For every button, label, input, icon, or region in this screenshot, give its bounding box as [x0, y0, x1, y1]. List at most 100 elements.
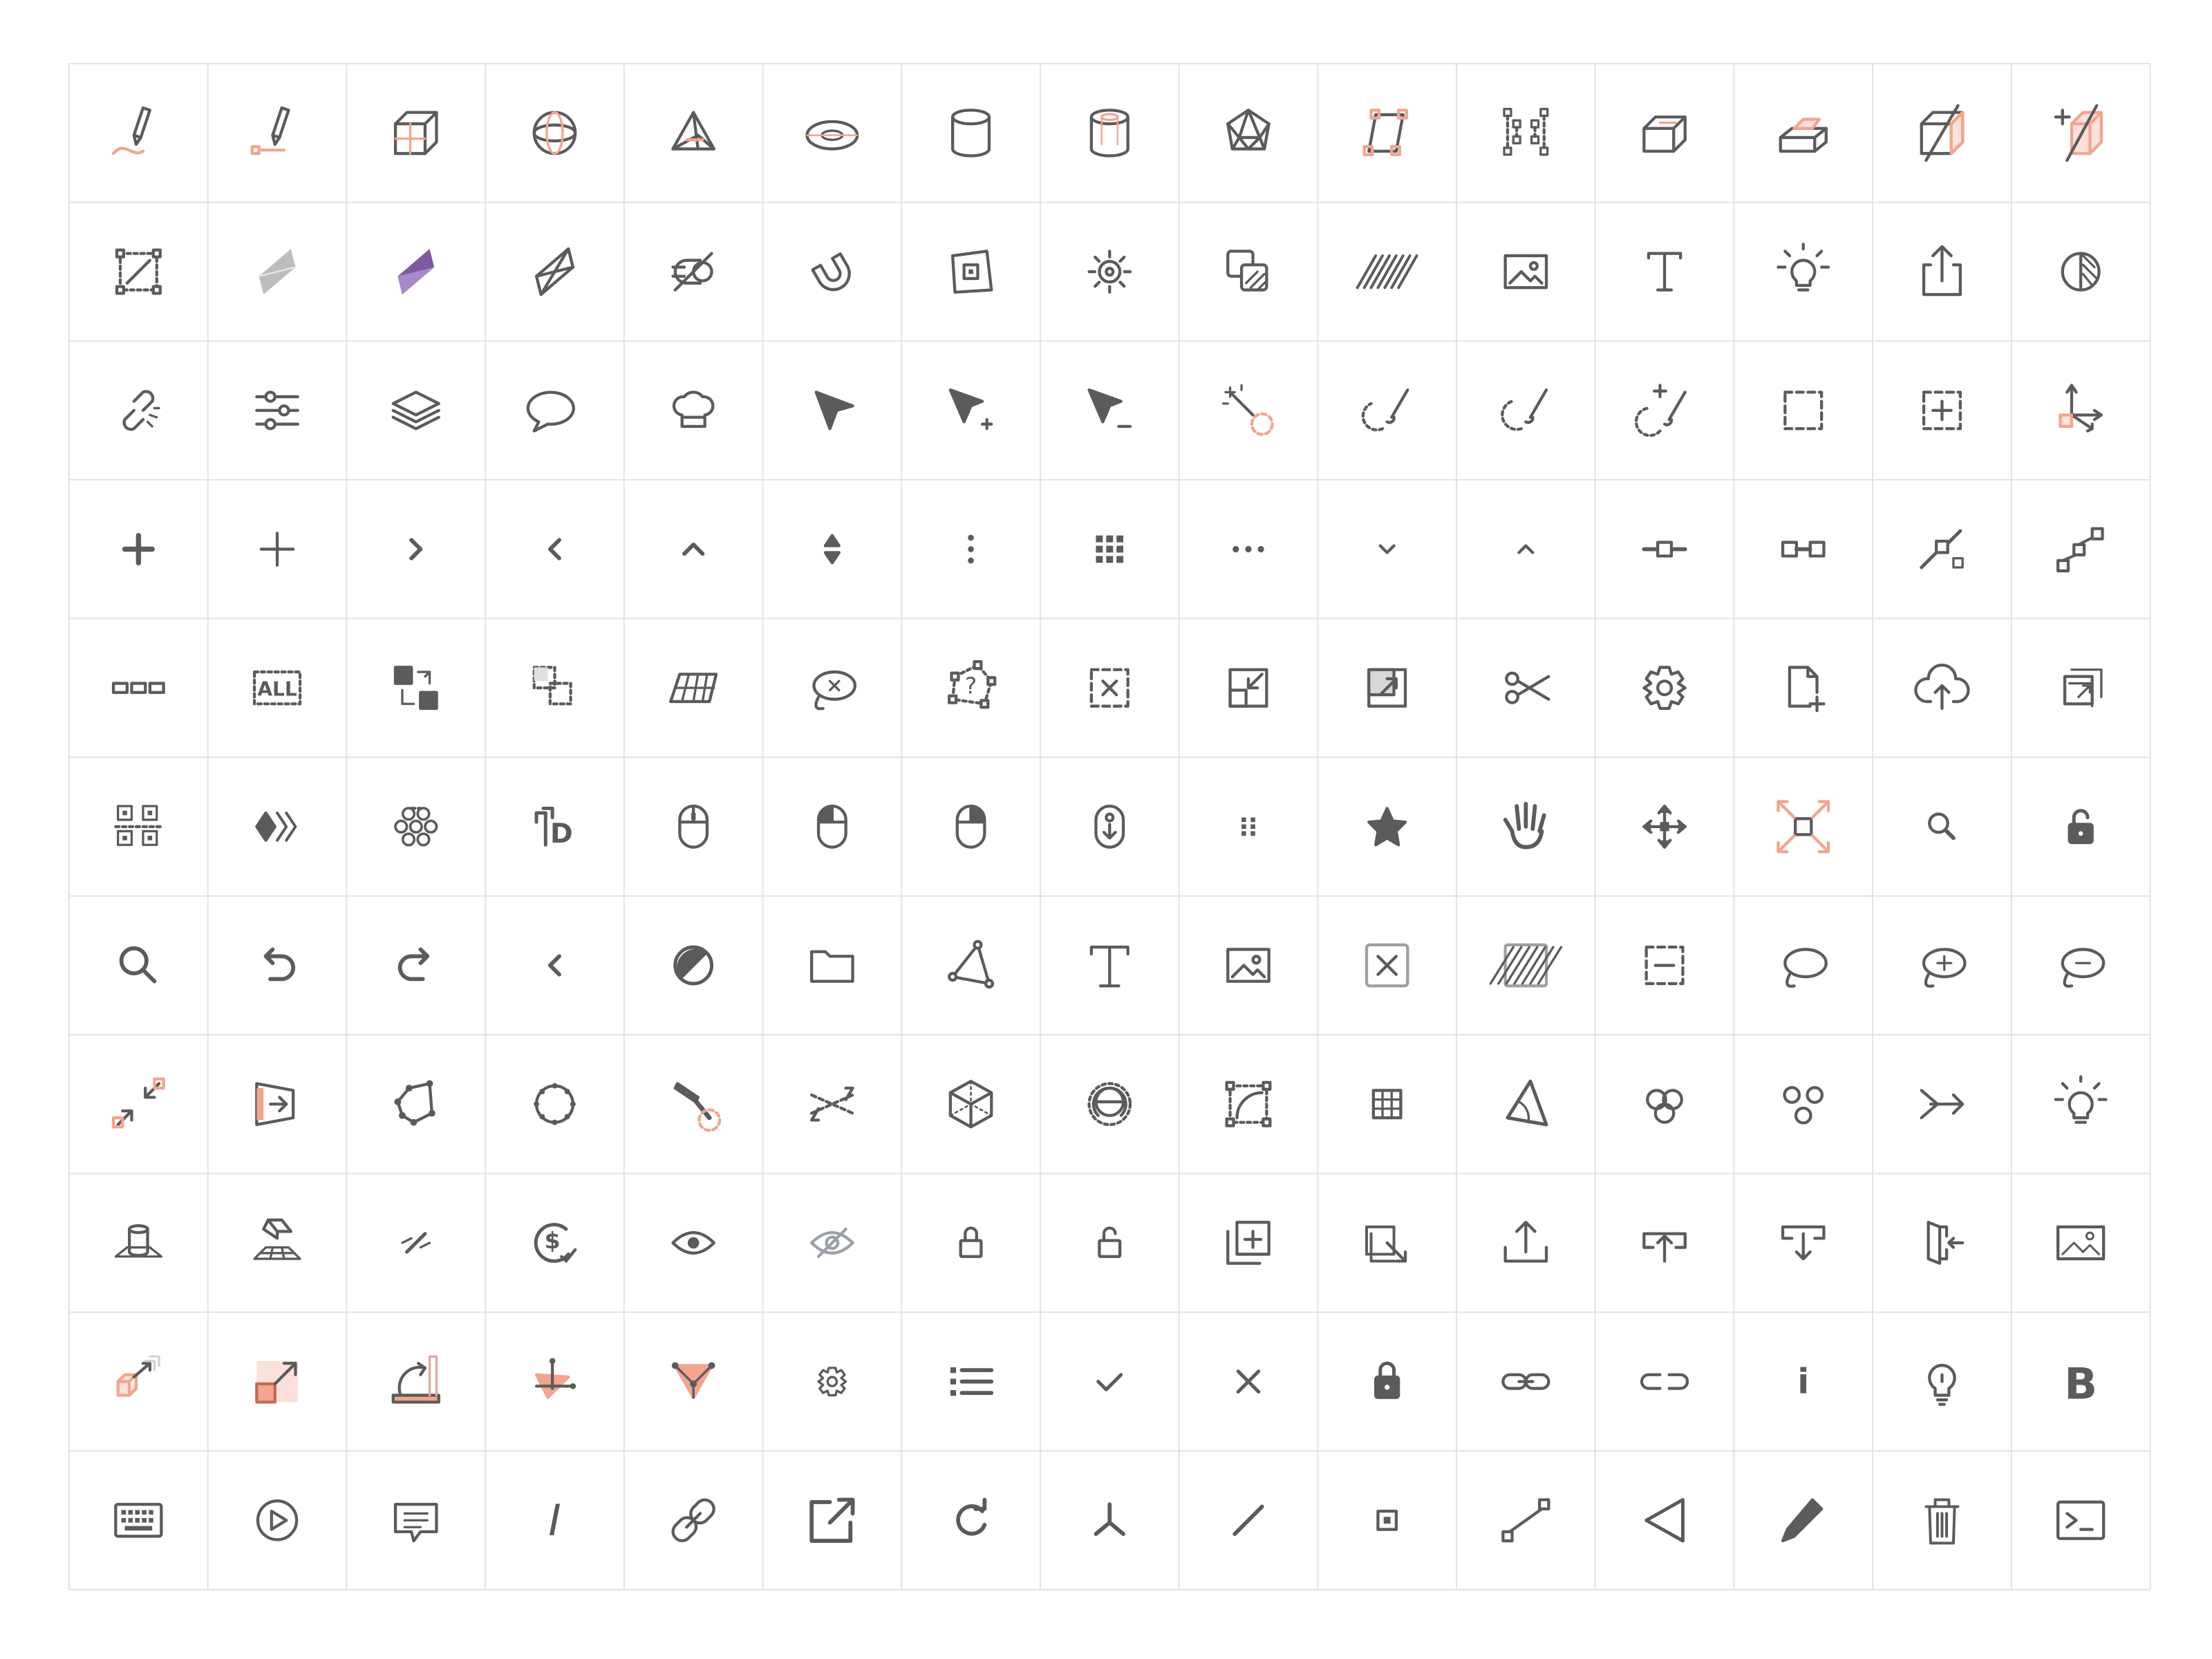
icon-cell[interactable]: [1595, 341, 1734, 480]
icon-cell[interactable]: [763, 896, 902, 1035]
icon-cell[interactable]: [1595, 480, 1734, 619]
icon-cell[interactable]: [69, 64, 208, 203]
icon-cell[interactable]: [1318, 619, 1456, 758]
icon-cell[interactable]: [1318, 1312, 1456, 1451]
icon-cell[interactable]: [1179, 1451, 1318, 1590]
icon-cell[interactable]: [1595, 1312, 1734, 1451]
cell-hit-area[interactable]: [763, 1035, 902, 1174]
icon-cell[interactable]: [763, 1035, 902, 1174]
cell-hit-area[interactable]: [1595, 619, 1734, 758]
icon-cell[interactable]: [2012, 619, 2150, 758]
cell-hit-area[interactable]: [2012, 619, 2150, 758]
icon-cell[interactable]: [1734, 896, 1873, 1035]
icon-cell[interactable]: [346, 64, 485, 203]
icon-cell[interactable]: [346, 341, 485, 480]
icon-cell[interactable]: [346, 203, 485, 341]
icon-cell[interactable]: [1456, 619, 1595, 758]
icon-cell[interactable]: [2012, 758, 2150, 897]
cell-hit-area[interactable]: [901, 1451, 1040, 1590]
icon-cell[interactable]: [485, 896, 624, 1035]
icon-cell[interactable]: ?: [901, 619, 1040, 758]
icon-cell[interactable]: [485, 619, 624, 758]
cell-hit-area[interactable]: [1179, 1174, 1318, 1313]
icon-cell[interactable]: D: [485, 758, 624, 897]
cell-hit-area[interactable]: [1318, 341, 1456, 480]
cell-hit-area[interactable]: [208, 1451, 347, 1590]
icon-cell[interactable]: [624, 619, 763, 758]
icon-cell[interactable]: [2012, 341, 2150, 480]
cell-hit-area[interactable]: [1040, 64, 1179, 203]
icon-cell[interactable]: [346, 619, 485, 758]
cell-hit-area[interactable]: [2012, 341, 2150, 480]
icon-cell[interactable]: I: [485, 1451, 624, 1590]
icon-cell[interactable]: [208, 1451, 347, 1590]
icon-cell[interactable]: [485, 64, 624, 203]
icon-cell[interactable]: [901, 1174, 1040, 1313]
icon-cell[interactable]: [1734, 64, 1873, 203]
icon-cell[interactable]: [69, 480, 208, 619]
cell-hit-area[interactable]: [1040, 1174, 1179, 1313]
icon-cell[interactable]: [763, 203, 902, 341]
cell-hit-area[interactable]: [1456, 203, 1595, 341]
icon-cell[interactable]: [1456, 1312, 1595, 1451]
icon-cell[interactable]: [1179, 64, 1318, 203]
icon-cell[interactable]: [69, 758, 208, 897]
cell-hit-area[interactable]: [2012, 896, 2150, 1035]
icon-cell[interactable]: [485, 480, 624, 619]
cell-hit-area[interactable]: [346, 64, 485, 203]
icon-cell[interactable]: [2012, 1035, 2150, 1174]
cell-hit-area[interactable]: [1595, 1312, 1734, 1451]
icon-cell[interactable]: [901, 1451, 1040, 1590]
cell-hit-area[interactable]: [624, 64, 763, 203]
cell-hit-area[interactable]: [346, 619, 485, 758]
icon-cell[interactable]: [1873, 1312, 2012, 1451]
icon-cell[interactable]: [763, 758, 902, 897]
cell-hit-area[interactable]: [1318, 1035, 1456, 1174]
icon-cell[interactable]: [1873, 1174, 2012, 1313]
cell-hit-area[interactable]: [69, 341, 208, 480]
cell-hit-area[interactable]: [1040, 203, 1179, 341]
icon-cell[interactable]: [763, 619, 902, 758]
cell-hit-area[interactable]: [346, 1312, 485, 1451]
cell-hit-area[interactable]: [69, 619, 208, 758]
icon-cell[interactable]: [485, 1035, 624, 1174]
cell-hit-area[interactable]: [208, 758, 347, 897]
icon-cell[interactable]: [1040, 341, 1179, 480]
icon-cell[interactable]: ALL: [208, 619, 347, 758]
icon-cell[interactable]: [1873, 1035, 2012, 1174]
cell-hit-area[interactable]: [1040, 1035, 1179, 1174]
icon-cell[interactable]: [1456, 758, 1595, 897]
icon-cell[interactable]: [1318, 203, 1456, 341]
icon-cell[interactable]: [624, 758, 763, 897]
icon-cell[interactable]: [69, 896, 208, 1035]
cell-hit-area[interactable]: [1873, 1174, 2012, 1313]
icon-cell[interactable]: [485, 203, 624, 341]
icon-cell[interactable]: [1456, 341, 1595, 480]
icon-cell[interactable]: [1456, 1035, 1595, 1174]
icon-cell[interactable]: [624, 64, 763, 203]
cell-hit-area[interactable]: [1595, 341, 1734, 480]
icon-cell[interactable]: [624, 1312, 763, 1451]
icon-cell[interactable]: [69, 619, 208, 758]
icon-cell[interactable]: [901, 480, 1040, 619]
icon-cell[interactable]: [1873, 1451, 2012, 1590]
icon-cell[interactable]: [1595, 1174, 1734, 1313]
icon-cell[interactable]: [1318, 64, 1456, 203]
icon-cell[interactable]: [208, 480, 347, 619]
icon-cell[interactable]: [624, 1035, 763, 1174]
icon-cell[interactable]: [1456, 64, 1595, 203]
icon-cell[interactable]: [1734, 203, 1873, 341]
icon-cell[interactable]: [69, 1451, 208, 1590]
cell-hit-area[interactable]: [1318, 480, 1456, 619]
icon-cell[interactable]: [901, 341, 1040, 480]
cell-hit-area[interactable]: [901, 64, 1040, 203]
cell-hit-area[interactable]: [763, 480, 902, 619]
cell-hit-area[interactable]: [208, 64, 347, 203]
icon-cell[interactable]: [763, 64, 902, 203]
icon-cell[interactable]: [208, 758, 347, 897]
icon-cell[interactable]: [1318, 1174, 1456, 1313]
icon-cell[interactable]: [485, 1312, 624, 1451]
cell-hit-area[interactable]: [901, 896, 1040, 1035]
icon-cell[interactable]: [346, 1035, 485, 1174]
cell-hit-area[interactable]: [763, 1312, 902, 1451]
